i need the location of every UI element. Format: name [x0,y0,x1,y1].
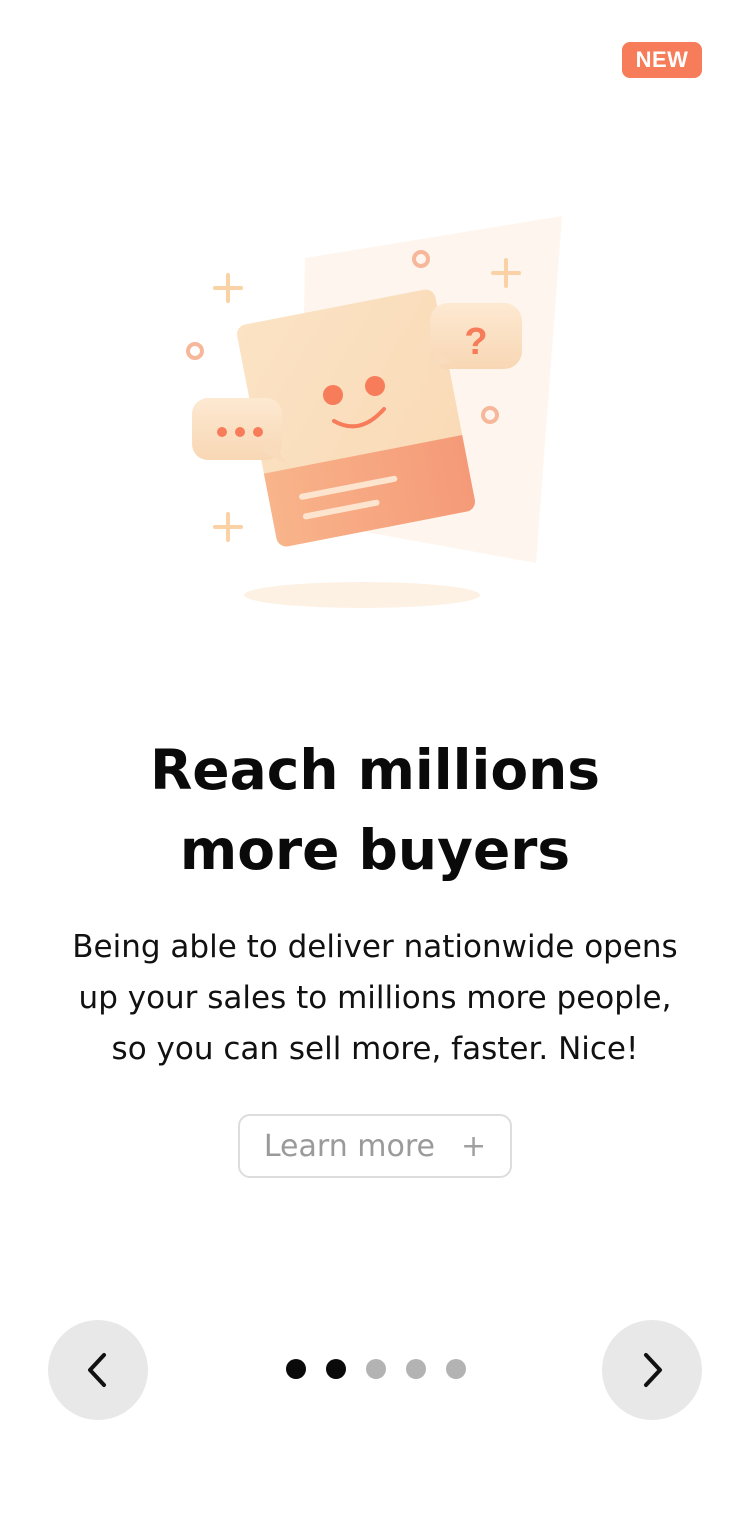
chevron-right-icon [644,1353,662,1387]
left-eye [323,385,343,405]
page-dot[interactable] [366,1359,386,1379]
chevron-left-icon [88,1353,106,1387]
plus-icon: + [460,1128,487,1164]
page-dot[interactable] [406,1359,426,1379]
learn-more-label: Learn more [263,1128,435,1164]
headline: Reach millions more buyers [0,730,750,890]
onboarding-illustration: ? [186,216,562,608]
question-mark: ? [464,321,487,363]
dots-bubble [192,398,290,466]
page-indicator [286,1359,466,1379]
description: Being able to deliver nationwide opens u… [40,922,710,1075]
previous-button[interactable] [48,1320,148,1420]
description-line-1: Being able to deliver nationwide opens [72,929,678,965]
page-dot[interactable] [446,1359,466,1379]
description-line-2: up your sales to millions more people, [78,980,672,1016]
floor-shadow [244,582,480,608]
learn-more-button[interactable]: Learn more + [238,1114,512,1178]
headline-line-1: Reach millions [149,738,601,802]
right-eye [365,376,385,396]
page-dot[interactable] [326,1359,346,1379]
next-button[interactable] [602,1320,702,1420]
page-dot[interactable] [286,1359,306,1379]
description-line-3: so you can sell more, faster. Nice! [111,1031,639,1067]
headline-line-2: more buyers [179,818,571,882]
question-bubble: ? [424,303,522,370]
